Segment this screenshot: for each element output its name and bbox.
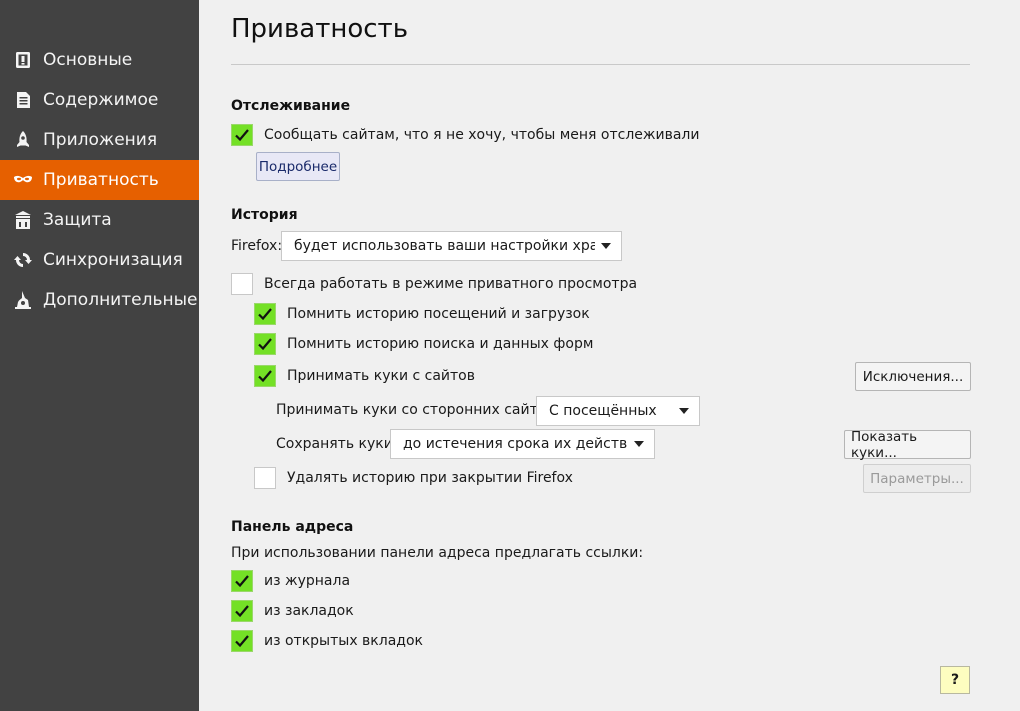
show-cookies-button[interactable]: Показать куки... <box>844 429 971 461</box>
exceptions-button[interactable]: Исключения... <box>855 362 971 391</box>
sidebar-item-content[interactable]: Содержимое <box>0 80 199 120</box>
third-party-cookies-label: Принимать куки со сторонних сайтов: <box>276 402 560 418</box>
security-icon <box>13 210 33 230</box>
sidebar-item-sync[interactable]: Синхронизация <box>0 240 199 280</box>
remember-history-checkbox[interactable] <box>254 303 276 325</box>
keep-cookies-select[interactable]: до истечения срока их действия <box>390 429 655 459</box>
clear-on-close-label: Удалять историю при закрытии Firefox <box>287 470 573 486</box>
checkmark-icon <box>258 308 272 321</box>
sidebar-item-privacy[interactable]: Приватность <box>0 160 199 200</box>
suggest-bookmarks-checkbox[interactable] <box>231 600 253 622</box>
general-icon <box>13 50 33 70</box>
third-party-cookies-value: С посещённых <box>549 403 657 419</box>
suggest-bookmarks-label: из закладок <box>264 603 354 619</box>
learn-more-button[interactable]: Подробнее <box>256 152 340 181</box>
remember-search-checkbox[interactable] <box>254 333 276 355</box>
tracking-section-title: Отслеживание <box>231 98 351 114</box>
sidebar-item-label: Приложения <box>43 130 158 150</box>
history-section-title: История <box>231 207 298 223</box>
checkmark-icon <box>258 338 272 351</box>
firefox-label: Firefox: <box>231 238 283 254</box>
suggest-label: При использовании панели адреса предлага… <box>231 545 644 561</box>
sidebar-item-label: Приватность <box>43 170 159 190</box>
suggest-open-tabs-label: из открытых вкладок <box>264 633 423 649</box>
history-mode-value: будет использовать ваши настройки хран..… <box>294 238 595 254</box>
keep-cookies-label: Сохранять куки: <box>276 436 398 452</box>
chevron-down-icon <box>679 408 689 414</box>
history-mode-select[interactable]: будет использовать ваши настройки хран..… <box>281 231 622 261</box>
sidebar-item-label: Содержимое <box>43 90 159 110</box>
keep-cookies-value: до истечения срока их действия <box>403 436 628 452</box>
sidebar-item-security[interactable]: Защита <box>0 200 199 240</box>
remember-search-label: Помнить историю поиска и данных форм <box>287 336 594 352</box>
title-divider <box>231 64 970 65</box>
checkmark-icon <box>258 370 272 383</box>
remember-history-label: Помнить историю посещений и загрузок <box>287 306 590 322</box>
main-panel: Приватность Отслеживание Сообщать сайтам… <box>199 0 1020 711</box>
sidebar: Основные Содержимое Приложения Приватнос… <box>0 0 199 711</box>
private-browsing-label: Всегда работать в режиме приватного прос… <box>264 276 638 292</box>
help-button[interactable]: ? <box>940 666 970 694</box>
checkmark-icon <box>235 575 249 588</box>
sidebar-item-applications[interactable]: Приложения <box>0 120 199 160</box>
page-title: Приватность <box>231 14 409 44</box>
content-icon <box>13 90 33 110</box>
sidebar-item-advanced[interactable]: Дополнительные <box>0 280 199 320</box>
dnt-label: Сообщать сайтам, что я не хочу, чтобы ме… <box>264 127 700 143</box>
checkmark-icon <box>235 605 249 618</box>
applications-icon <box>13 130 33 150</box>
third-party-cookies-select[interactable]: С посещённых <box>536 396 700 426</box>
clear-on-close-checkbox[interactable] <box>254 467 276 489</box>
suggest-history-checkbox[interactable] <box>231 570 253 592</box>
location-bar-section-title: Панель адреса <box>231 519 354 535</box>
chevron-down-icon <box>601 243 611 249</box>
suggest-history-label: из журнала <box>264 573 351 589</box>
private-browsing-checkbox[interactable] <box>231 273 253 295</box>
clear-settings-button[interactable]: Параметры... <box>863 464 971 493</box>
accept-cookies-checkbox[interactable] <box>254 365 276 387</box>
checkmark-icon <box>235 635 249 648</box>
sidebar-item-label: Защита <box>43 210 112 230</box>
chevron-down-icon <box>634 441 644 447</box>
advanced-icon <box>13 290 33 310</box>
sidebar-item-label: Дополнительные <box>43 290 198 310</box>
privacy-mask-icon <box>13 170 33 190</box>
suggest-open-tabs-checkbox[interactable] <box>231 630 253 652</box>
dnt-checkbox[interactable] <box>231 124 253 146</box>
sync-icon <box>13 250 33 270</box>
sidebar-item-general[interactable]: Основные <box>0 40 199 80</box>
accept-cookies-label: Принимать куки с сайтов <box>287 368 476 384</box>
sidebar-item-label: Основные <box>43 50 133 70</box>
sidebar-item-label: Синхронизация <box>43 250 183 270</box>
checkmark-icon <box>235 129 249 142</box>
